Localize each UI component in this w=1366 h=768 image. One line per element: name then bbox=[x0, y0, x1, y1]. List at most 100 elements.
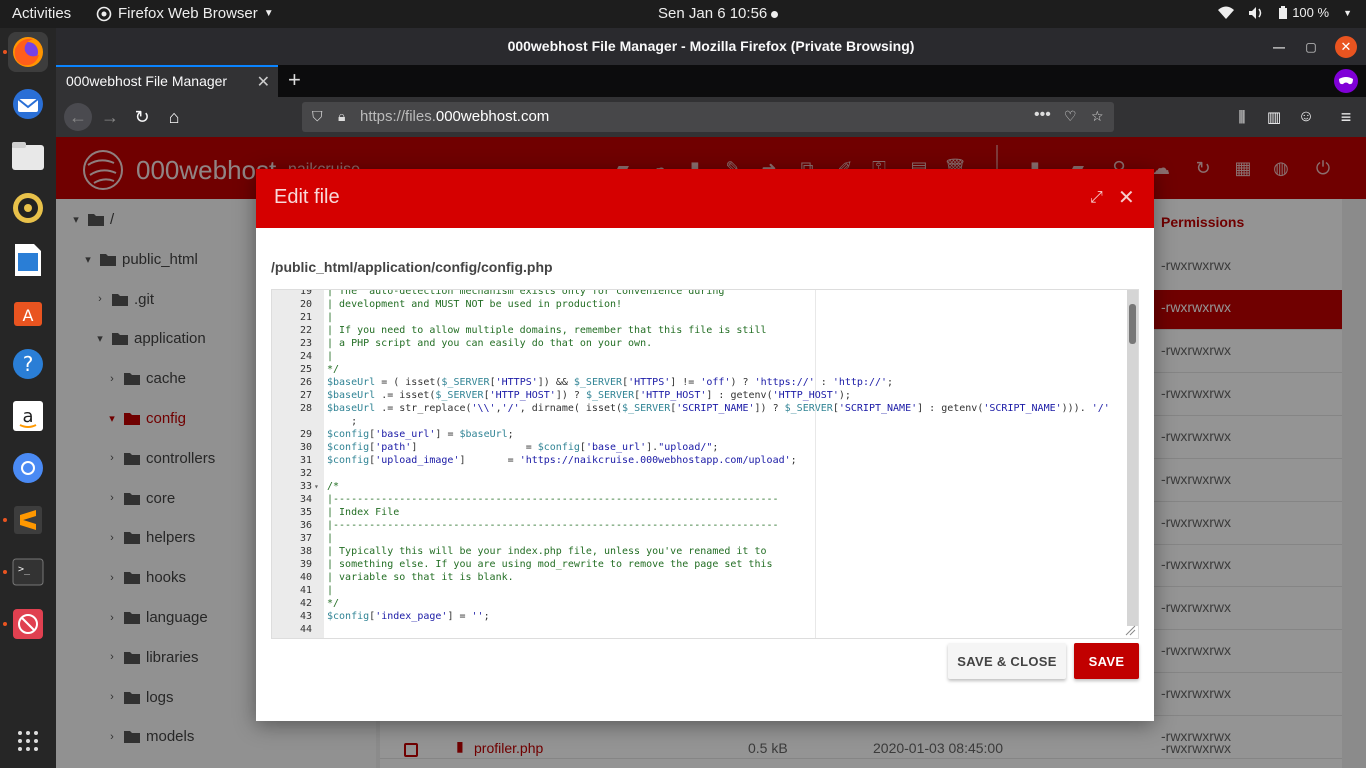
dock-software[interactable]: A bbox=[8, 292, 48, 332]
lock-icon[interactable]: 🔒︎ bbox=[338, 108, 345, 125]
line-number: 38 bbox=[299, 546, 312, 557]
code-line[interactable]: 34 |-------------------------------------… bbox=[272, 493, 1132, 506]
tab-file-manager[interactable]: 000webhost File Manager ✕ bbox=[56, 65, 278, 97]
new-tab-button[interactable]: + bbox=[288, 67, 301, 93]
dock-files[interactable] bbox=[8, 136, 48, 176]
line-number: 44 bbox=[299, 624, 312, 635]
rhythmbox-icon bbox=[13, 193, 43, 223]
dock-unknown-app[interactable] bbox=[8, 604, 48, 644]
editor-scrollbar[interactable] bbox=[1127, 290, 1138, 626]
dock-help[interactable]: ? bbox=[8, 344, 48, 384]
reload-button[interactable]: ↻ bbox=[130, 105, 154, 129]
fold-toggle-icon[interactable]: ▾ bbox=[314, 480, 319, 493]
close-window-button[interactable]: ✕ bbox=[1335, 36, 1357, 58]
url-bar[interactable]: ⛉ 🔒︎ https://files.000webhost.com ••• ♡ … bbox=[302, 102, 1114, 132]
code-text: | bbox=[327, 351, 334, 362]
clock[interactable]: Sen Jan 6 10:56 bbox=[658, 5, 779, 22]
code-line[interactable]: 19 | The 'auto-detection mechanism exists… bbox=[272, 290, 1132, 298]
help-icon: ? bbox=[13, 349, 43, 379]
line-number: 34 bbox=[299, 494, 312, 505]
resize-handle-icon[interactable] bbox=[1124, 624, 1136, 636]
shield-icon[interactable]: ⛉ bbox=[312, 108, 323, 125]
app-menu[interactable]: Firefox Web Browser ▼ bbox=[96, 5, 274, 22]
code-line[interactable]: 32 bbox=[272, 467, 1132, 480]
svg-text:A: A bbox=[23, 306, 34, 325]
home-button[interactable]: ⌂ bbox=[162, 105, 186, 129]
code-line[interactable]: 25 */ bbox=[272, 363, 1132, 376]
code-line[interactable]: 24 | bbox=[272, 350, 1132, 363]
code-editor[interactable]: 19 | The 'auto-detection mechanism exists… bbox=[271, 289, 1139, 639]
running-indicator bbox=[3, 50, 7, 54]
sidebar-icon[interactable]: ▥ bbox=[1262, 105, 1286, 129]
line-number: 32 bbox=[299, 468, 312, 479]
code-line[interactable]: 41 | bbox=[272, 584, 1132, 597]
code-line[interactable]: 26 $baseUrl = ( isset($_SERVER['HTTPS']) … bbox=[272, 376, 1132, 389]
dock-writer[interactable] bbox=[8, 240, 48, 280]
code-line[interactable]: 30 $config['path'] = $config['base_url'].… bbox=[272, 441, 1132, 454]
hamburger-menu-icon[interactable]: ≡ bbox=[1334, 105, 1358, 129]
dock-terminal[interactable]: >_ bbox=[8, 552, 48, 592]
dock-chromium[interactable] bbox=[8, 448, 48, 488]
line-number: 31 bbox=[299, 455, 312, 466]
minimize-button[interactable]: — bbox=[1268, 36, 1290, 58]
web-page: 000webhost naikcruise ▰ ☁ ▮ ✎ ➜ ⧉ ✐ ⚿ ▤ … bbox=[56, 137, 1366, 768]
code-line[interactable]: ; bbox=[272, 415, 1132, 428]
code-line[interactable]: 36 |-------------------------------------… bbox=[272, 519, 1132, 532]
writer-icon bbox=[15, 244, 41, 276]
scrollbar-thumb[interactable] bbox=[1129, 304, 1136, 344]
code-line[interactable]: 45▾ /* bbox=[272, 636, 1132, 638]
code-text: |---------------------------------------… bbox=[327, 494, 779, 505]
dock-sublime[interactable] bbox=[8, 500, 48, 540]
code-line[interactable]: 27 $baseUrl .= isset($_SERVER['HTTP_HOST'… bbox=[272, 389, 1132, 402]
back-button[interactable]: ← bbox=[64, 103, 92, 131]
code-line[interactable]: 20 | development and MUST NOT be used in … bbox=[272, 298, 1132, 311]
line-number: 42 bbox=[299, 598, 312, 609]
code-line[interactable]: 37 | bbox=[272, 532, 1132, 545]
fold-toggle-icon[interactable]: ▾ bbox=[314, 636, 319, 638]
code-line[interactable]: 38 | Typically this will be your index.ph… bbox=[272, 545, 1132, 558]
code-line[interactable]: 23 | a PHP script and you can easily do t… bbox=[272, 337, 1132, 350]
line-number: 40 bbox=[299, 572, 312, 583]
code-line[interactable]: 43 $config['index_page'] = ''; bbox=[272, 610, 1132, 623]
line-number: 36 bbox=[299, 520, 312, 531]
chevron-down-icon: ▼ bbox=[263, 8, 274, 19]
maximize-button[interactable]: ▢ bbox=[1300, 36, 1322, 58]
fullscreen-icon[interactable]: ⤢ bbox=[1090, 188, 1103, 208]
software-center-icon: A bbox=[14, 302, 42, 326]
code-line[interactable]: 29 $config['base_url'] = $baseUrl; bbox=[272, 428, 1132, 441]
code-line[interactable]: 35 | Index File bbox=[272, 506, 1132, 519]
dock-rhythmbox[interactable] bbox=[8, 188, 48, 228]
system-tray[interactable]: 100 % ▼ bbox=[1218, 5, 1352, 20]
activities-button[interactable]: Activities bbox=[12, 5, 71, 22]
code-line[interactable]: 22 | If you need to allow multiple domain… bbox=[272, 324, 1132, 337]
tab-strip: 000webhost File Manager ✕ + bbox=[56, 65, 1366, 97]
save-and-close-button[interactable]: SAVE & CLOSE bbox=[948, 643, 1066, 679]
forward-button[interactable]: → bbox=[98, 105, 122, 129]
page-actions-icon[interactable]: ••• bbox=[1034, 106, 1051, 124]
bookmark-star-icon[interactable]: ☆ bbox=[1091, 108, 1104, 125]
tab-label: 000webhost File Manager bbox=[66, 73, 228, 89]
line-number: 24 bbox=[299, 351, 312, 362]
code-line[interactable]: 39 | something else. If you are using mod… bbox=[272, 558, 1132, 571]
dock-amazon[interactable]: a bbox=[8, 396, 48, 436]
blocked-app-icon bbox=[13, 609, 43, 639]
code-line[interactable]: 42 */ bbox=[272, 597, 1132, 610]
show-applications-icon[interactable] bbox=[17, 730, 39, 752]
close-dialog-icon[interactable]: ✕ bbox=[1118, 188, 1135, 208]
wifi-icon bbox=[1218, 6, 1235, 19]
dock-thunderbird[interactable] bbox=[8, 84, 48, 124]
code-line[interactable]: 28 $baseUrl .= str_replace('\\','/', dirn… bbox=[272, 402, 1132, 415]
library-icon[interactable]: ⫼ bbox=[1230, 105, 1254, 129]
code-line[interactable]: 33 ▾ /* bbox=[272, 480, 1132, 493]
close-tab-icon[interactable]: ✕ bbox=[257, 72, 270, 92]
dock-firefox[interactable] bbox=[8, 32, 48, 72]
files-icon bbox=[12, 142, 44, 170]
save-button[interactable]: SAVE bbox=[1074, 643, 1139, 679]
code-line[interactable]: 40 | variable so that it is blank. bbox=[272, 571, 1132, 584]
code-line[interactable]: 44 bbox=[272, 623, 1132, 636]
window-titlebar[interactable]: 000webhost File Manager - Mozilla Firefo… bbox=[56, 28, 1366, 65]
code-line[interactable]: 21 | bbox=[272, 311, 1132, 324]
code-line[interactable]: 31 $config['upload_image'] = 'https://nai… bbox=[272, 454, 1132, 467]
pocket-icon[interactable]: ♡ bbox=[1064, 108, 1077, 125]
account-icon[interactable]: ☺ bbox=[1294, 105, 1318, 129]
